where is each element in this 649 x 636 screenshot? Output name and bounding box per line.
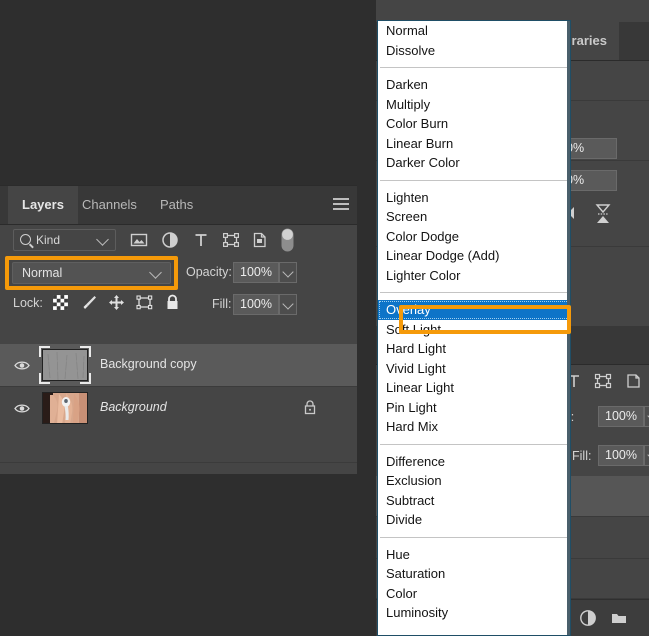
layer-name[interactable]: Background [100, 400, 167, 414]
filter-kind-select[interactable]: Kind [13, 229, 116, 251]
dropdown-separator [380, 292, 568, 293]
opacity-label: Opacity: [186, 265, 232, 279]
opacity-dropdown-button[interactable] [279, 262, 297, 283]
layers-panel-tabbar: Layers Channels Paths [0, 186, 357, 225]
right-panel-fill-caret[interactable] [644, 445, 649, 466]
menu-item-lighten[interactable]: Lighten [378, 188, 570, 208]
menu-item-linear-burn[interactable]: Linear Burn [378, 134, 570, 154]
menu-item-luminosity[interactable]: Luminosity [378, 603, 570, 623]
blend-mode-select[interactable]: Normal [12, 262, 171, 284]
layer-name[interactable]: Background copy [100, 357, 197, 371]
lock-all-icon[interactable] [164, 294, 181, 311]
menu-item-saturation[interactable]: Saturation [378, 564, 570, 584]
lock-image-pixels-icon[interactable] [81, 294, 98, 311]
adjustment-filter-icon[interactable] [161, 231, 179, 249]
menu-item-darken[interactable]: Darken [378, 75, 570, 95]
hourglass-icon[interactable] [594, 204, 612, 224]
shape-filter-icon[interactable] [222, 231, 240, 249]
blend-mode-value: Normal [22, 266, 63, 280]
filter-toggle-switch[interactable] [281, 228, 294, 252]
menu-item-divide[interactable]: Divide [378, 510, 570, 530]
menu-item-color-dodge[interactable]: Color Dodge [378, 227, 570, 247]
menu-item-soft-light[interactable]: Soft Light [378, 320, 570, 340]
new-group-folder-icon[interactable] [610, 609, 628, 627]
layer-visibility-icon[interactable] [14, 358, 30, 370]
menu-item-lighter-color[interactable]: Lighter Color [378, 266, 570, 286]
layer-list: Background copy Background [0, 344, 357, 474]
menu-item-linear-light[interactable]: Linear Light [378, 378, 570, 398]
menu-item-dissolve[interactable]: Dissolve [378, 41, 570, 61]
right-panel-fill-field[interactable]: 100% [598, 445, 644, 466]
table-row[interactable]: Background copy [0, 344, 357, 387]
table-row[interactable]: Background [0, 387, 357, 430]
layer-visibility-icon[interactable] [14, 401, 30, 413]
menu-item-hard-light[interactable]: Hard Light [378, 339, 570, 359]
smart-object-filter-icon[interactable] [625, 372, 643, 390]
fill-label: Fill: [212, 297, 232, 311]
lock-label: Lock: [13, 296, 43, 310]
blend-mode-dropdown-menu[interactable]: Normal Dissolve Darken Multiply Color Burn Li… [377, 20, 571, 636]
menu-item-multiply[interactable]: Multiply [378, 95, 570, 115]
menu-item-normal[interactable]: Normal [378, 21, 570, 41]
tab-paths[interactable]: Paths [146, 186, 207, 224]
chevron-down-icon [149, 266, 162, 279]
dropdown-separator [380, 443, 568, 445]
layer-locked-icon[interactable] [303, 399, 317, 415]
smart-object-filter-icon[interactable] [252, 231, 270, 249]
menu-item-difference[interactable]: Difference [378, 452, 570, 472]
dropdown-separator [380, 179, 568, 181]
menu-item-darker-color[interactable]: Darker Color [378, 153, 570, 173]
layer-filter-row: Kind [0, 225, 357, 255]
blend-mode-row: Normal Opacity: 100% [0, 255, 357, 290]
menu-item-hue[interactable]: Hue [378, 545, 570, 565]
layer-thumbnail-selection-frame [39, 346, 91, 384]
chevron-down-icon [282, 298, 294, 310]
right-panel-opacity-field[interactable]: 100% [598, 406, 644, 427]
menu-item-subtract[interactable]: Subtract [378, 491, 570, 511]
menu-item-exclusion[interactable]: Exclusion [378, 471, 570, 491]
chevron-down-icon [96, 233, 109, 246]
dropdown-separator [380, 536, 568, 538]
tab-channels[interactable]: Channels [68, 186, 151, 224]
lock-transparent-pixels-icon[interactable] [52, 294, 69, 311]
layers-panel: Layers Channels Paths Kind Normal Opacit… [0, 185, 357, 474]
dropdown-separator [380, 67, 568, 68]
menu-item-pin-light[interactable]: Pin Light [378, 398, 570, 418]
type-filter-icon[interactable] [192, 231, 210, 249]
lock-row: Lock: Fill: 100% [0, 289, 357, 319]
fill-input[interactable]: 100% [233, 294, 279, 315]
chevron-down-icon [282, 266, 294, 278]
adjustment-layer-icon[interactable] [579, 609, 597, 627]
right-panel-opacity-caret[interactable] [644, 406, 649, 427]
image-filter-icon[interactable] [130, 231, 148, 249]
menu-item-vivid-light[interactable]: Vivid Light [378, 359, 570, 379]
filter-kind-label: Kind [36, 233, 61, 247]
photoshop-app-background: ibraries 0% 0% 100% Fill: 100% Layers Ch… [0, 0, 649, 636]
fill-dropdown-button[interactable] [279, 294, 297, 315]
menu-item-color-burn[interactable]: Color Burn [378, 114, 570, 134]
menu-item-linear-dodge-add[interactable]: Linear Dodge (Add) [378, 246, 570, 266]
hamburger-menu-icon[interactable] [333, 198, 349, 211]
menu-item-overlay[interactable]: Overlay [378, 300, 570, 320]
menu-item-hard-mix[interactable]: Hard Mix [378, 417, 570, 437]
lock-position-icon[interactable] [108, 294, 125, 311]
right-panel-fill-label: Fill: [572, 449, 592, 463]
menu-item-screen[interactable]: Screen [378, 207, 570, 227]
magnifier-icon [20, 234, 31, 245]
blend-mode-dropdown-list: Normal Dissolve Darken Multiply Color Burn Li… [378, 21, 570, 623]
menu-item-color[interactable]: Color [378, 584, 570, 604]
layer-list-empty-area [0, 428, 357, 463]
opacity-input[interactable]: 100% [233, 262, 279, 283]
layer-thumbnail [42, 392, 88, 424]
shape-filter-icon[interactable] [594, 372, 612, 390]
lock-artboard-nesting-icon[interactable] [136, 294, 153, 311]
dropdown-scrollbar[interactable] [567, 21, 570, 635]
